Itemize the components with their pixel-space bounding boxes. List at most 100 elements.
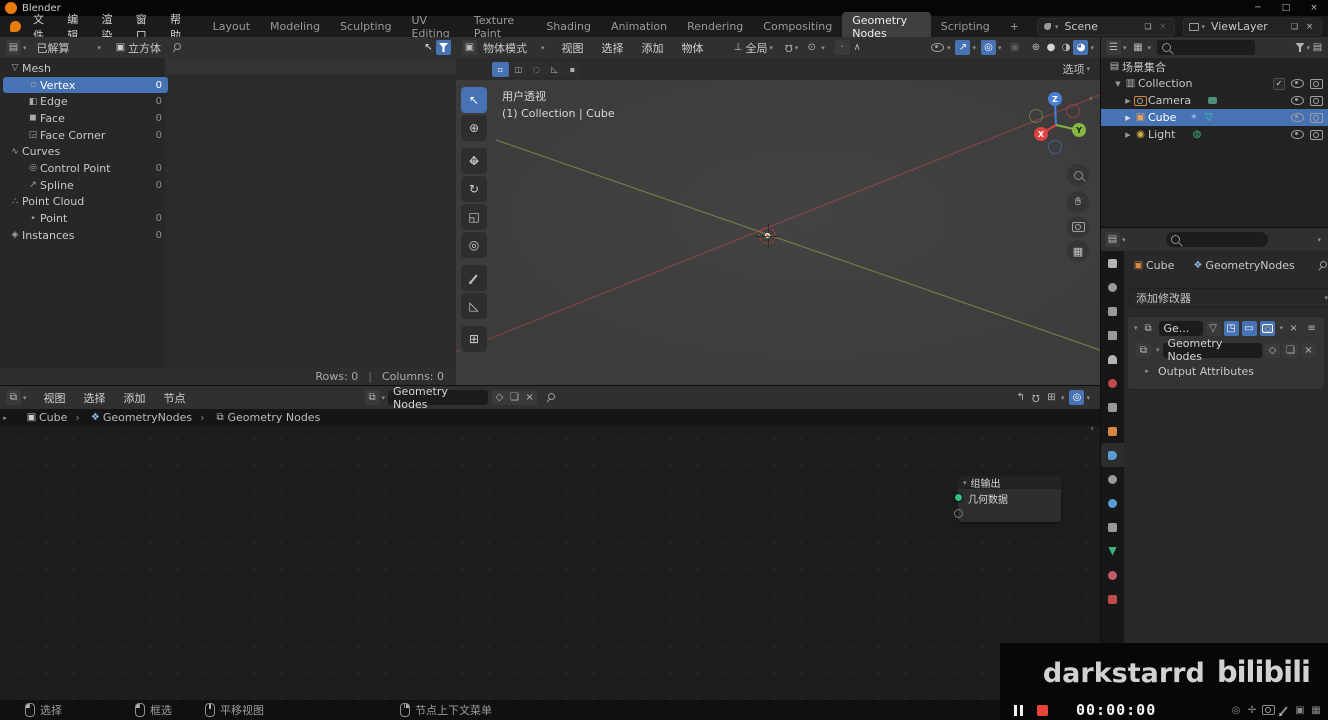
- tool-rotate[interactable]: ↻: [461, 176, 487, 202]
- tree-row-face[interactable]: ◼ Face 0: [3, 110, 168, 127]
- hide-eye-icon[interactable]: [1291, 113, 1304, 122]
- render-toggle[interactable]: [1259, 320, 1275, 336]
- node-tree-name-field[interactable]: Geometry Nodes: [388, 385, 489, 411]
- tab-animation[interactable]: Animation: [601, 18, 677, 35]
- draw-pencil-icon[interactable]: [1276, 705, 1292, 715]
- view-layer-selector[interactable]: ▾ ViewLayer ❏ ×: [1183, 17, 1322, 36]
- show-visibility-icon[interactable]: [930, 40, 945, 55]
- select-mode-tweak[interactable]: ▫: [492, 61, 509, 77]
- tree-row-point[interactable]: • Point 0: [3, 210, 168, 227]
- scene-selector[interactable]: ▾ Scene ❏ ×: [1036, 17, 1176, 36]
- tab-shading[interactable]: Shading: [536, 18, 601, 35]
- proportional-editing-icon[interactable]: ·: [834, 40, 850, 55]
- tool-select-box[interactable]: ↖: [461, 87, 487, 113]
- node-group-name-field[interactable]: Geometry Nodes: [1162, 337, 1262, 363]
- filter-cursor-icon[interactable]: ↖: [421, 40, 436, 55]
- group-output-node[interactable]: ▾ 组输出 几何数据: [954, 476, 1061, 522]
- remove-view-layer-icon[interactable]: ×: [1302, 19, 1317, 34]
- delete-modifier-icon[interactable]: ×: [1286, 321, 1301, 336]
- navigation-gizmo[interactable]: Z X Y: [1022, 85, 1092, 155]
- fake-user-shield-icon[interactable]: ◇: [1265, 342, 1280, 358]
- stop-record-button[interactable]: [1037, 704, 1048, 716]
- tab-world[interactable]: [1101, 371, 1124, 395]
- transform-orientation-dropdown[interactable]: 全局: [746, 40, 768, 56]
- viewport-canvas[interactable]: 用户透视 (1) Collection | Cube ↖ ⊕ ↔ ↕ ↻ ◱ ◎ …: [456, 80, 1100, 385]
- gizmo-z-axis[interactable]: Z: [1048, 92, 1062, 106]
- outliner-row-light[interactable]: ▶ ◉ Light ◍: [1101, 126, 1328, 143]
- tab-object-data[interactable]: [1101, 539, 1124, 563]
- region-capture-icon[interactable]: ◎: [1228, 705, 1244, 716]
- tree-row-curves[interactable]: ∿ Curves: [3, 143, 168, 160]
- tab-compositing[interactable]: Compositing: [753, 18, 842, 35]
- expand-triangle-icon[interactable]: ▼: [1113, 80, 1123, 88]
- snap-magnet-icon[interactable]: Ω: [785, 42, 793, 53]
- editor-type-icon[interactable]: ▣: [462, 40, 477, 55]
- tree-row-edge[interactable]: ◧ Edge 0: [3, 93, 168, 110]
- drag-handle-icon[interactable]: ≡: [1304, 321, 1319, 336]
- copy-view-layer-icon[interactable]: ❏: [1287, 19, 1302, 34]
- maximize-button[interactable]: □: [1272, 3, 1300, 13]
- tree-row-instances[interactable]: ◈ Instances 0: [3, 227, 168, 244]
- copy-scene-icon[interactable]: ❏: [1140, 19, 1155, 34]
- spreadsheet-filter-button[interactable]: [436, 40, 451, 55]
- browse-tree-icon[interactable]: ⧉︎: [364, 390, 380, 405]
- minimize-button[interactable]: ─: [1244, 3, 1272, 13]
- tab-output[interactable]: [1101, 299, 1124, 323]
- collapse-panel-icon[interactable]: ▾: [1134, 324, 1138, 332]
- screenshot-camera-icon[interactable]: [1260, 705, 1276, 715]
- tab-modifiers[interactable]: [1101, 443, 1124, 467]
- tab-collection[interactable]: [1101, 395, 1124, 419]
- modifier-extras-icon[interactable]: ▾: [1280, 324, 1284, 332]
- go-to-parent-tree-icon[interactable]: ↰: [1013, 390, 1028, 405]
- editor-type-icon[interactable]: ☰: [1106, 40, 1121, 55]
- geometry-input-socket[interactable]: [954, 493, 963, 502]
- outliner-search-input[interactable]: [1157, 40, 1256, 55]
- close-button[interactable]: ×: [1300, 3, 1328, 13]
- copy-tree-icon[interactable]: ❏: [507, 390, 523, 405]
- gizmo-neg-x-axis[interactable]: [1066, 104, 1080, 118]
- viewport-menu-add[interactable]: 添加: [633, 40, 673, 56]
- tab-scene[interactable]: [1101, 347, 1124, 371]
- tree-row-control-point[interactable]: ◎ Control Point 0: [3, 160, 168, 177]
- mode-dropdown[interactable]: 物体模式: [483, 40, 527, 56]
- gizmo-x-axis[interactable]: X: [1034, 127, 1048, 141]
- tab-view-layer[interactable]: [1101, 323, 1124, 347]
- disable-render-icon[interactable]: [1310, 112, 1323, 123]
- tab-physics[interactable]: [1101, 491, 1124, 515]
- edit-mode-toggle[interactable]: ◳: [1223, 320, 1239, 336]
- tool-scale[interactable]: ◱: [461, 204, 487, 230]
- tab-sculpting[interactable]: Sculpting: [330, 18, 401, 35]
- snap-target-icon[interactable]: ⊙: [804, 40, 819, 55]
- xray-toggle-icon[interactable]: ▣: [1007, 40, 1022, 55]
- zoom-button[interactable]: [1067, 164, 1089, 186]
- properties-search-input[interactable]: [1165, 232, 1268, 247]
- proportional-falloff-icon[interactable]: ∧: [850, 40, 865, 55]
- viewport-menu-object[interactable]: 物体: [673, 40, 713, 56]
- tab-render[interactable]: [1101, 275, 1124, 299]
- viewport-menu-select[interactable]: 选择: [593, 40, 633, 56]
- outliner-row-camera[interactable]: ▶ Camera: [1101, 92, 1328, 109]
- gizmo-y-axis[interactable]: Y: [1072, 123, 1086, 137]
- shading-solid-icon[interactable]: ●: [1043, 40, 1058, 55]
- unlink-node-group-icon[interactable]: ×: [1301, 342, 1316, 358]
- expand-triangle-icon[interactable]: ▶: [1123, 97, 1133, 105]
- tab-material[interactable]: [1101, 563, 1124, 587]
- add-modifier-dropdown[interactable]: 添加修改器 ▾: [1129, 288, 1328, 308]
- tab-tool[interactable]: [1101, 251, 1124, 275]
- breadcrumb-modifier[interactable]: GeometryNodes: [1205, 259, 1294, 272]
- show-gizmo-icon[interactable]: ↗: [955, 40, 971, 55]
- node-menu-node[interactable]: 节点: [155, 390, 195, 406]
- hide-eye-icon[interactable]: [1291, 96, 1304, 105]
- window-mode-icon[interactable]: ▣: [1292, 705, 1308, 716]
- unlink-tree-icon[interactable]: ×: [522, 390, 538, 405]
- tool-cursor[interactable]: ⊕: [461, 115, 487, 141]
- tab-object[interactable]: [1101, 419, 1124, 443]
- tab-layout[interactable]: Layout: [203, 18, 260, 35]
- editor-type-icon[interactable]: ⧉︎: [6, 390, 21, 405]
- breadcrumb-collapse-icon[interactable]: ▸: [0, 414, 10, 422]
- show-overlays-icon[interactable]: ◎: [980, 40, 996, 55]
- tab-rendering[interactable]: Rendering: [677, 18, 753, 35]
- hide-eye-icon[interactable]: [1291, 79, 1304, 88]
- tool-add-cube[interactable]: ⊞: [461, 326, 487, 352]
- expand-triangle-icon[interactable]: ▸: [1142, 367, 1152, 375]
